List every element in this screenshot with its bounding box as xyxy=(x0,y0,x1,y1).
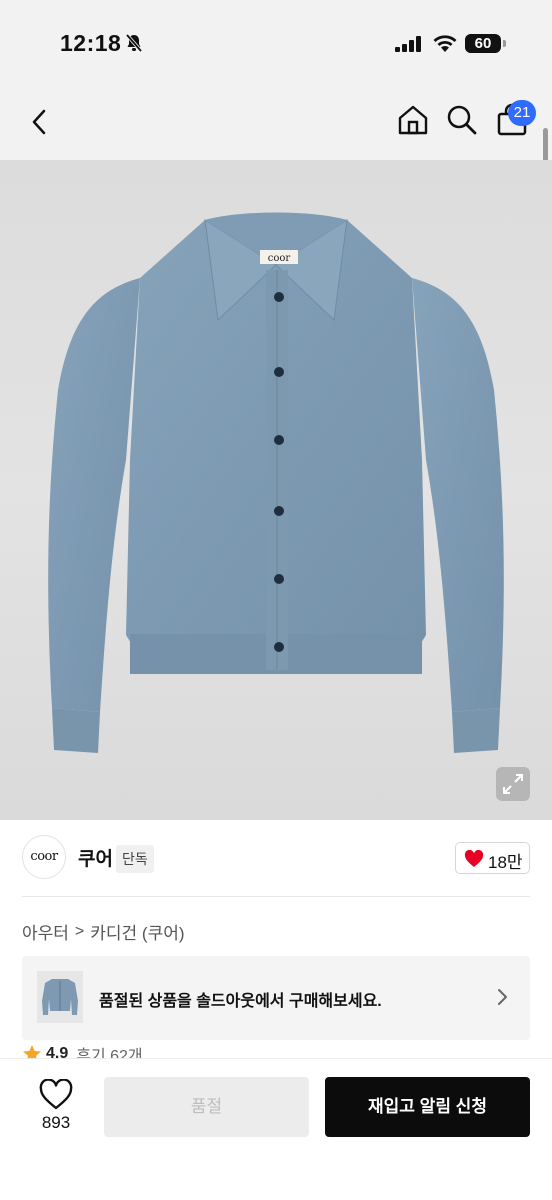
cart-count-badge[interactable]: 21 xyxy=(508,100,536,126)
cardigan-illustration: coor xyxy=(48,212,504,753)
product-image[interactable]: coor xyxy=(0,160,552,820)
wifi-icon xyxy=(433,35,457,52)
heart-outline-icon xyxy=(39,1079,73,1110)
banner-thumbnail xyxy=(37,971,83,1023)
like-button[interactable]: 18만 xyxy=(455,842,530,874)
divider xyxy=(22,896,530,897)
brand-logo[interactable]: coor xyxy=(22,835,66,879)
status-bar: 12:18 60 xyxy=(0,0,552,90)
breadcrumb-separator: > xyxy=(74,922,85,940)
status-time: 12:18 xyxy=(60,30,122,56)
like-count: 18만 xyxy=(488,853,523,872)
restock-alert-button[interactable]: 재입고 알림 신청 xyxy=(325,1077,530,1137)
bell-muted-icon xyxy=(125,33,143,53)
heart-filled-icon xyxy=(464,850,484,867)
expand-image-icon[interactable] xyxy=(496,767,530,801)
battery-icon: 60 xyxy=(465,34,501,53)
battery-percent: 60 xyxy=(474,35,492,52)
exclusive-badge: 단독 xyxy=(116,845,154,873)
bottom-action-bar: 893 품절 재입고 알림 신청 xyxy=(0,1058,552,1200)
chevron-right-icon xyxy=(498,989,507,1005)
breadcrumb-item-outer[interactable]: 아우터 xyxy=(22,919,69,944)
back-button[interactable] xyxy=(22,104,58,140)
brand-name[interactable]: 쿠어 xyxy=(78,844,113,871)
soldout-banner[interactable]: 품절된 상품을 솔드아웃에서 구매해보세요. xyxy=(22,956,530,1040)
home-icon[interactable] xyxy=(395,102,431,138)
cellular-signal-icon xyxy=(395,36,421,52)
brand-row: coor 쿠어 단독 18만 xyxy=(0,820,552,896)
wishlist-button[interactable]: 893 xyxy=(28,1077,84,1139)
garment-label: coor xyxy=(268,253,291,264)
banner-text: 품절된 상품을 솔드아웃에서 구매해보세요. xyxy=(99,993,382,1010)
breadcrumb-item-cardigan[interactable]: 카디건 (쿠어) xyxy=(90,919,184,944)
wishlist-count: 893 xyxy=(41,1113,71,1132)
battery-cap xyxy=(503,40,506,47)
soldout-button[interactable]: 품절 xyxy=(104,1077,309,1137)
search-icon[interactable] xyxy=(444,102,480,138)
app-header xyxy=(0,90,552,160)
breadcrumb: 아우터 > 카디건 (쿠어) xyxy=(22,919,185,944)
